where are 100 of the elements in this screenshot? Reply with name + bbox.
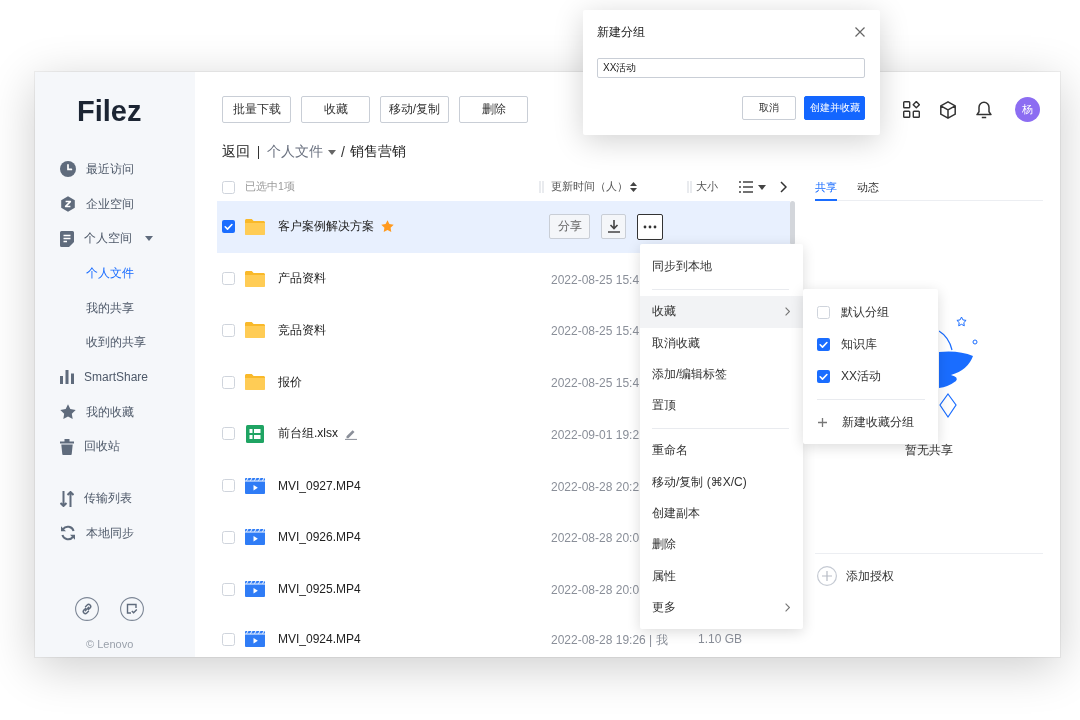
- file-name: 竞品资料: [278, 321, 326, 339]
- menu-item[interactable]: 收藏: [640, 296, 803, 328]
- close-icon[interactable]: [855, 27, 865, 37]
- sidebar-item[interactable]: 本地同步: [35, 515, 138, 551]
- sidebar-item[interactable]: 传输列表: [35, 481, 136, 516]
- plus-circle-icon: [817, 566, 837, 586]
- toolbar-button[interactable]: 删除: [459, 96, 528, 123]
- sidebar-item[interactable]: 收到的共享: [35, 325, 150, 361]
- more-button[interactable]: [637, 213, 663, 240]
- sidebar-item[interactable]: 回收站: [35, 429, 124, 465]
- group-name-input[interactable]: XX活动: [597, 58, 865, 78]
- folder-icon: [245, 270, 265, 287]
- clock-icon: [60, 161, 76, 178]
- checkbox[interactable]: [222, 530, 235, 544]
- checkbox[interactable]: [222, 272, 235, 286]
- sidebar-item[interactable]: 个人文件: [35, 256, 138, 291]
- add-permission-button[interactable]: 添加授权: [815, 562, 894, 590]
- favorite-group-item[interactable]: XX活动: [803, 360, 938, 392]
- share-button[interactable]: 分享: [549, 214, 590, 240]
- checkbox[interactable]: [222, 375, 235, 389]
- menu-item[interactable]: 取消收藏: [640, 327, 803, 359]
- favorite-group-item[interactable]: 默认分组: [803, 296, 938, 328]
- modified-date: 2022-09-01 19:2: [551, 427, 640, 442]
- menu-item[interactable]: 置顶: [640, 390, 803, 422]
- toolbar-button[interactable]: 收藏: [301, 96, 370, 123]
- video-icon: [245, 581, 265, 598]
- modified-date: 2022-08-25 15:4: [551, 376, 640, 391]
- folder-icon: [245, 218, 265, 235]
- sidebar-item[interactable]: SmartShare: [35, 360, 153, 395]
- file-name: 产品资料: [278, 270, 326, 288]
- checkbox[interactable]: [817, 337, 830, 351]
- dialog-button[interactable]: 创建并收藏: [804, 96, 865, 120]
- panel-tab[interactable]: 共享: [815, 173, 837, 201]
- modified-date: 2022-08-28 19:26 | 我: [551, 632, 668, 647]
- chevron-right-icon[interactable]: [780, 181, 787, 193]
- modified-date: 2022-08-28 20:0: [551, 583, 640, 598]
- caret-down-icon[interactable]: [145, 236, 153, 242]
- file-name: 前台组.xlsx: [278, 425, 338, 443]
- dialog-button[interactable]: 取消: [742, 96, 796, 120]
- file-row[interactable]: 客户案例解决方案 分享: [217, 201, 790, 253]
- list-view-icon[interactable]: [739, 181, 753, 193]
- new-group-item[interactable]: 新建收藏分组: [803, 406, 938, 438]
- checkbox[interactable]: [222, 427, 235, 441]
- menu-item[interactable]: 添加/编辑标签: [640, 358, 803, 391]
- checkbox[interactable]: [222, 220, 235, 234]
- checkbox[interactable]: [222, 479, 235, 493]
- menu-item[interactable]: 属性: [640, 560, 803, 592]
- dialog-title: 新建分组: [597, 23, 645, 41]
- cube-icon[interactable]: [939, 100, 957, 119]
- toolbar-button[interactable]: 批量下载: [222, 96, 291, 123]
- toolbar-button[interactable]: 移动/复制: [380, 96, 449, 123]
- checkbox[interactable]: [222, 632, 235, 646]
- file-name: MVI_0924.MP4: [278, 632, 361, 646]
- sidebar-item[interactable]: 我的收藏: [35, 394, 138, 430]
- copyright-text: © Lenovo: [86, 637, 134, 651]
- video-icon: [245, 529, 265, 546]
- sidebar-item[interactable]: 个人空间: [35, 221, 157, 257]
- up-down-arrows-icon: [60, 490, 74, 507]
- sidebar-item[interactable]: 企业空间: [35, 186, 138, 222]
- user-avatar[interactable]: 杨: [1015, 97, 1040, 122]
- menu-item[interactable]: 重命名: [640, 435, 803, 467]
- column-header[interactable]: 更新时间（人）: [551, 180, 628, 194]
- download-button[interactable]: [601, 214, 626, 240]
- menu-item[interactable]: 创建副本: [640, 497, 803, 530]
- column-header[interactable]: 大小: [696, 180, 718, 194]
- favorite-group-item[interactable]: 知识库: [803, 328, 938, 360]
- star-icon: [60, 404, 76, 421]
- file-name: MVI_0926.MP4: [278, 530, 361, 545]
- checkbox[interactable]: [222, 582, 235, 596]
- file-name: 报价: [278, 373, 302, 391]
- scrollbar-thumb[interactable]: [790, 201, 795, 245]
- sidebar-item[interactable]: 我的共享: [35, 290, 138, 326]
- checkbox[interactable]: [817, 369, 830, 383]
- menu-item[interactable]: 同步到本地: [640, 251, 803, 283]
- caret-down-icon[interactable]: [758, 184, 766, 190]
- breadcrumb-item[interactable]: 个人文件: [267, 143, 323, 161]
- modified-date: 2022-08-28 20:2: [551, 479, 640, 494]
- menu-item[interactable]: 移动/复制 (⌘X/C): [640, 466, 803, 498]
- sidebar-item[interactable]: 最近访问: [35, 152, 138, 187]
- empty-state-text: 暂无共享: [905, 442, 953, 459]
- document-icon: [60, 230, 74, 247]
- caret-down-icon[interactable]: [328, 149, 336, 155]
- bell-icon[interactable]: [976, 100, 992, 119]
- breadcrumb-item: 销售营销: [349, 143, 406, 161]
- file-name: 客户案例解决方案: [278, 218, 374, 236]
- sort-icon[interactable]: [630, 182, 637, 192]
- checkbox[interactable]: [222, 323, 235, 337]
- download-icon: [607, 220, 620, 234]
- back-link[interactable]: 返回: [222, 143, 250, 161]
- modified-date: 2022-08-28 20:0: [551, 531, 640, 546]
- menu-item[interactable]: 删除: [640, 529, 803, 561]
- panel-tab[interactable]: 动态: [857, 173, 879, 201]
- selection-count: 已选中1项: [245, 180, 295, 194]
- link-icon[interactable]: [75, 597, 99, 621]
- pencil-icon[interactable]: [345, 427, 357, 440]
- checkbox[interactable]: [817, 305, 830, 319]
- sync-icon: [60, 525, 76, 542]
- checkbox[interactable]: [222, 180, 235, 194]
- video-icon: [245, 631, 265, 647]
- apps-icon[interactable]: [903, 101, 920, 118]
